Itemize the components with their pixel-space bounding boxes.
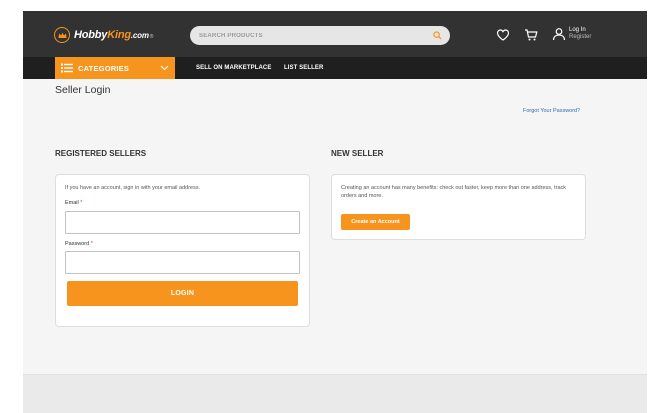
user-icon — [552, 28, 566, 41]
crown-icon — [54, 27, 70, 43]
create-account-button[interactable]: Create an Account — [341, 214, 410, 230]
site-logo[interactable]: HobbyKing.com ® — [54, 27, 153, 43]
new-seller-intro-text: Creating an account has many benefits: c… — [341, 185, 567, 199]
page: HobbyKing.com ® Log In Regist — [23, 11, 647, 413]
login-link-label: Log In — [569, 27, 586, 33]
password-label: Password * — [65, 241, 93, 247]
register-link-label: Register — [569, 34, 592, 40]
forgot-password-link[interactable]: Forgot Your Password? — [523, 108, 580, 114]
categories-button[interactable]: CATEGORIES — [55, 57, 175, 79]
categories-label: CATEGORIES — [78, 63, 130, 73]
heart-icon[interactable] — [496, 28, 510, 42]
footer — [23, 374, 647, 413]
login-register-link[interactable]: Log In Register — [552, 27, 591, 41]
email-label: Email * — [65, 200, 83, 206]
nav-sell-on-marketplace[interactable]: SELL ON MARKETPLACE — [196, 65, 271, 71]
new-seller-title: NEW SELLER — [331, 149, 384, 158]
login-intro-text: If you have an account, sign in with you… — [65, 185, 201, 191]
logo-registered-mark: ® — [149, 34, 154, 40]
nav-list-seller[interactable]: LIST SELLER — [284, 65, 323, 71]
page-title: Seller Login — [55, 84, 111, 96]
logo-text: HobbyKing.com — [74, 29, 149, 41]
menu-list-icon — [61, 63, 73, 73]
search-bar — [190, 26, 450, 45]
password-field[interactable] — [65, 251, 300, 274]
search-icon[interactable] — [433, 31, 442, 40]
registered-sellers-title: REGISTERED SELLERS — [55, 149, 147, 158]
cart-icon[interactable] — [524, 28, 538, 42]
search-input[interactable] — [190, 26, 420, 45]
chevron-down-icon — [160, 65, 169, 71]
email-field[interactable] — [65, 211, 300, 234]
login-button[interactable]: LOGIN — [67, 281, 298, 306]
